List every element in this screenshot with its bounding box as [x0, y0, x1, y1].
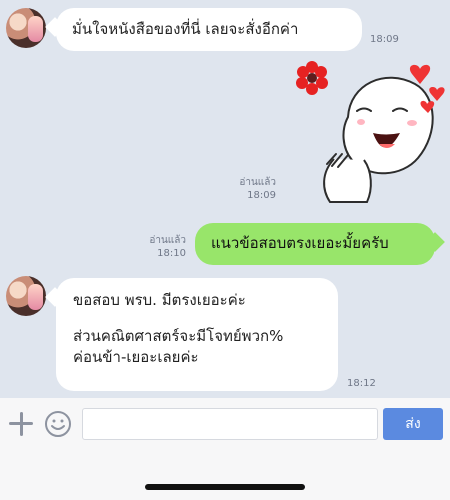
avatar[interactable] [6, 8, 46, 48]
message-line-1: ขอสอบ พรบ. มีตรงเยอะค่ะ [73, 291, 246, 309]
read-status: อ่านแล้ว 18:09 [239, 177, 276, 201]
message-text: แนวข้อสอบตรงเยอะมั้ยครับ [211, 234, 389, 252]
plus-icon[interactable] [9, 412, 33, 436]
home-indicator [145, 484, 305, 490]
message-bubble-outgoing-1[interactable]: แนวข้อสอบตรงเยอะมั้ยครับ [195, 223, 435, 265]
read-status: อ่านแล้ว 18:10 [149, 235, 186, 259]
chat-area: มั่นใจหนังสือของที่นี่ เลยจะสั่งอีกค่า 1… [0, 0, 450, 398]
emoji-icon[interactable] [44, 410, 72, 438]
message-time: 18:12 [347, 378, 376, 389]
message-line-3: ค่อนข้า-เยอะเลยค่ะ [73, 347, 199, 366]
message-time: 18:09 [370, 34, 399, 45]
message-bubble-incoming-2[interactable]: ขอสอบ พรบ. มีตรงเยอะค่ะ ส่วนคณิตศาสตร์จะ… [56, 278, 338, 391]
message-line-2: ส่วนคณิตศาสตร์จะมีโจทย์พวก% [73, 327, 284, 346]
avatar[interactable] [6, 276, 46, 316]
sticker[interactable] [294, 56, 446, 208]
message-bubble-incoming-1[interactable]: มั่นใจหนังสือของที่นี่ เลยจะสั่งอีกค่า [56, 8, 362, 51]
send-button[interactable]: ส่ง [383, 408, 443, 440]
message-text: มั่นใจหนังสือของที่นี่ เลยจะสั่งอีกค่า [72, 20, 299, 38]
message-input[interactable] [82, 408, 378, 440]
